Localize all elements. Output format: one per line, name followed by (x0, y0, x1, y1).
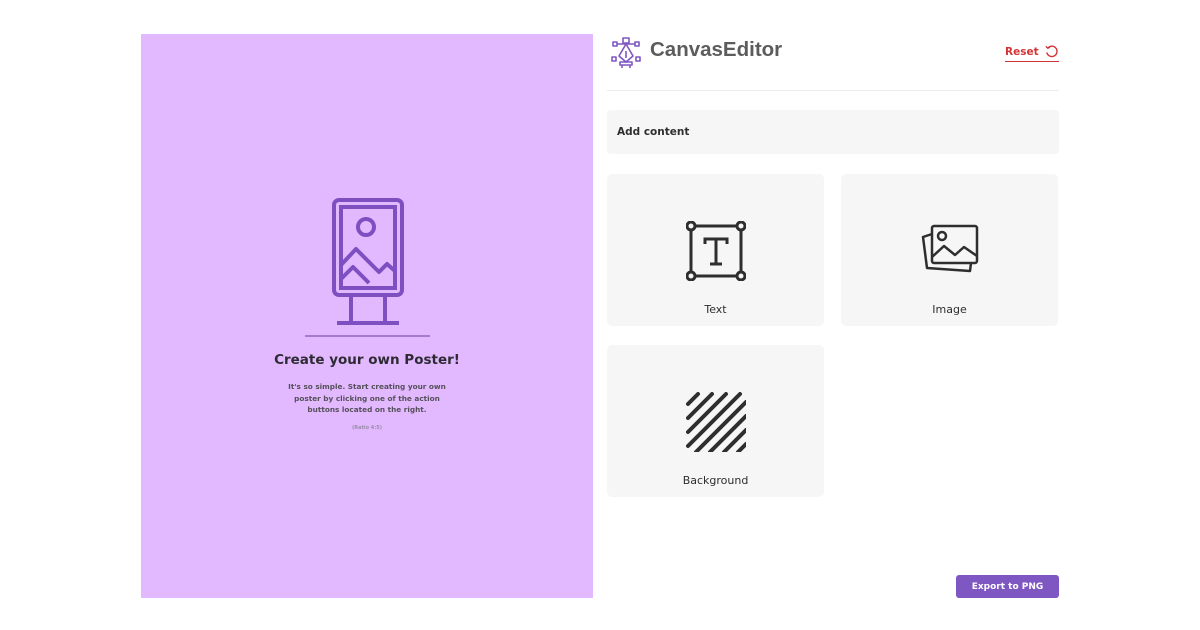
add-background-tile[interactable]: Background (607, 345, 824, 497)
app-title: CanvasEditor (650, 38, 783, 61)
add-content-label: Add content (617, 126, 690, 138)
add-image-tile[interactable]: Image (841, 174, 1058, 326)
export-png-button[interactable]: Export to PNG (956, 575, 1059, 598)
add-text-tile[interactable]: Text (607, 174, 824, 326)
background-tile-label: Background (682, 474, 749, 487)
background-icon (686, 392, 746, 452)
poster-divider (305, 335, 430, 337)
image-icon (921, 224, 979, 273)
pen-tool-logo-icon (611, 37, 641, 68)
header-divider (607, 90, 1059, 91)
reset-label: Reset (1005, 45, 1039, 58)
poster-ratio-note: (Ratio 4:5) (351, 425, 383, 431)
image-tile-label: Image (932, 303, 967, 316)
reset-icon (1044, 45, 1058, 58)
add-content-section: Add content (607, 110, 1059, 154)
poster-canvas[interactable]: Create your own Poster! It's so simple. … (141, 34, 593, 598)
poster-description: It's so simple. Start creating your own … (288, 382, 446, 414)
poster-stand-icon (332, 198, 404, 325)
reset-button[interactable]: Reset (1005, 42, 1059, 62)
text-icon (686, 221, 746, 281)
poster-title: Create your own Poster! (274, 352, 460, 368)
text-tile-label: Text (704, 303, 727, 316)
